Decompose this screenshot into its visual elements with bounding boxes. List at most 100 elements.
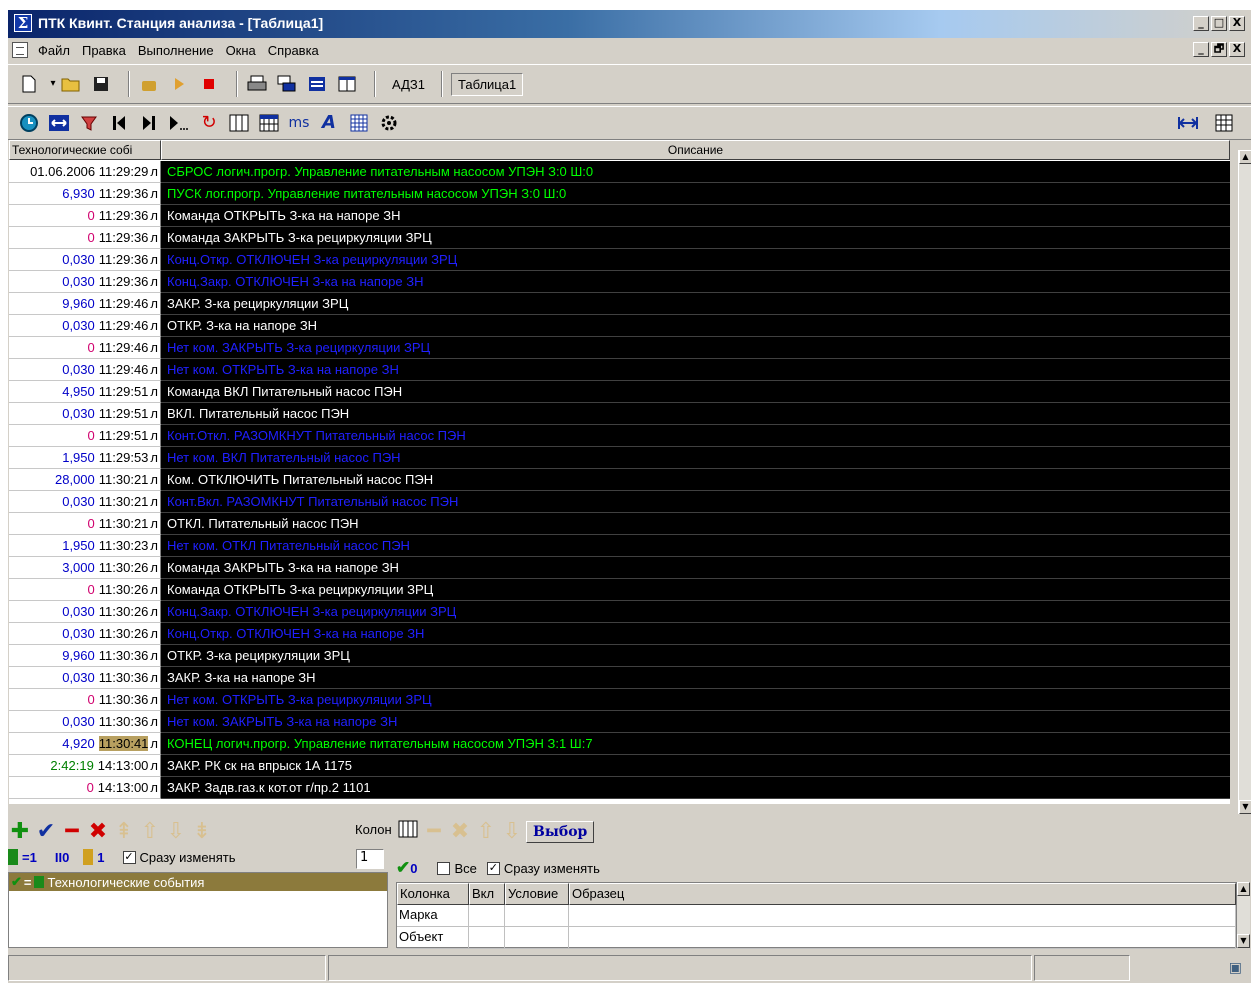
event-description-cell[interactable]: ОТКР. З-ка на напоре ЗН [161,315,1230,337]
menu-run[interactable]: Выполнение [138,43,214,58]
event-description-cell[interactable]: Команда ОТКРЫТЬ З-ка рециркуляции ЗРЦ [161,579,1230,601]
event-time-cell[interactable]: 0,030 11:30:36 л [9,667,161,689]
event-description-cell[interactable]: Команда ОТКРЫТЬ З-ка на напоре ЗН [161,205,1230,227]
last-icon[interactable] [138,112,160,134]
condition-row[interactable]: Объект [397,927,1236,949]
event-time-cell[interactable]: 0,030 11:29:36 л [9,249,161,271]
tree-item-tech-events[interactable]: ✔ = Технологические события [9,873,387,891]
table-row[interactable]: 4,920 11:30:41 л КОНЕЦ логич.прогр. Управле… [9,733,1230,755]
fit-columns-icon[interactable] [1177,112,1199,134]
event-description-cell[interactable]: Нет ком. ОТКРЫТЬ З-ка на напоре ЗН [161,359,1230,381]
table-row[interactable]: 0 11:29:36 л Команда ЗАКРЫТЬ З-ка рециркуля… [9,227,1230,249]
settings-grid-icon[interactable] [348,112,370,134]
event-time-cell[interactable]: 28,000 11:30:21 л [9,469,161,491]
eq-one-toggle[interactable]: =1 [22,850,37,865]
column-spinner[interactable]: 1 [356,849,384,869]
event-time-cell[interactable]: 0 11:29:36 л [9,205,161,227]
table-row[interactable]: 2:42:19 14:13:00 л ЗАКР. РК ск на впрыск 1А… [9,755,1230,777]
event-description-cell[interactable]: ЗАКР. РК ск на впрыск 1А 1175 [161,755,1230,777]
play-icon[interactable] [168,73,190,95]
event-time-cell[interactable]: 0,030 11:29:46 л [9,359,161,381]
event-description-cell[interactable]: Команда ЗАКРЫТЬ З-ка на напоре ЗН [161,557,1230,579]
event-time-cell[interactable]: 0,030 11:30:26 л [9,623,161,645]
event-time-cell[interactable]: 0,030 11:29:51 л [9,403,161,425]
all-checkbox[interactable] [437,861,451,875]
table-row[interactable]: 0,030 11:30:26 л Конц.Откр. ОТКЛЮЧЕН З-ка н… [9,623,1230,645]
event-time-cell[interactable]: 0 11:29:46 л [9,337,161,359]
event-time-cell[interactable]: 0,030 11:30:26 л [9,601,161,623]
scroll-up-arrow-icon[interactable]: ▲ [1237,882,1250,896]
condition-pattern-cell[interactable] [569,927,1236,949]
condition-column-cell[interactable]: Марка [397,905,469,927]
check-icon[interactable]: ✔ [396,858,410,878]
event-time-cell[interactable]: 0 11:30:21 л [9,513,161,535]
move-down-icon[interactable]: ⇩ [500,820,524,844]
condition-table-scrollbar[interactable]: ▲ ▼ [1237,882,1250,948]
delete-icon[interactable]: ✖ [448,820,472,844]
select-button[interactable]: Выбор [526,821,595,843]
new-icon[interactable] [18,73,40,95]
table-row[interactable]: 0 11:30:21 л ОТКЛ. Питательный насос ПЭН [9,513,1230,535]
event-time-cell[interactable]: 9,960 11:30:36 л [9,645,161,667]
gear-icon[interactable] [378,112,400,134]
event-description-cell[interactable]: Конц.Откр. ОТКЛЮЧЕН З-ка на напоре ЗН [161,623,1230,645]
zero-toggle[interactable]: 0 [62,850,69,865]
table-row[interactable]: 9,960 11:29:46 л ЗАКР. З-ка рециркуляции ЗР… [9,293,1230,315]
event-time-cell[interactable]: 1,950 11:29:53 л [9,447,161,469]
event-time-cell[interactable]: 01.06.2006 11:29:29 л [9,161,161,183]
event-time-cell[interactable]: 4,950 11:29:51 л [9,381,161,403]
event-time-cell[interactable]: 6,930 11:29:36 л [9,183,161,205]
column-header-column[interactable]: Колонка [397,883,469,905]
move-up-icon[interactable]: ⇧ [138,820,162,844]
hand-icon[interactable] [138,73,160,95]
refresh-icon[interactable]: ↻ [198,112,220,134]
table-row[interactable]: 0,030 11:29:46 л ОТКР. З-ка на напоре ЗН [9,315,1230,337]
event-description-cell[interactable]: Конц.Откр. ОТКЛЮЧЕН З-ка рециркуляции ЗР… [161,249,1230,271]
ms-icon[interactable]: ms [288,112,310,134]
table-row[interactable]: 0,030 11:29:36 л Конц.Закр. ОТКЛЮЧЕН З-ка н… [9,271,1230,293]
condition-enabled-cell[interactable] [469,927,505,949]
filter-icon[interactable] [78,112,100,134]
event-description-cell[interactable]: ЗАКР. Задв.газ.к кот.от г/пр.2 1101 [161,777,1230,799]
minimize-button[interactable]: _ [1193,16,1209,31]
condition-row[interactable]: Марка [397,905,1236,927]
play-to-icon[interactable] [168,112,190,134]
event-time-cell[interactable]: 0,030 11:30:36 л [9,711,161,733]
event-description-cell[interactable]: ЗАКР. З-ка на напоре ЗН [161,667,1230,689]
event-description-cell[interactable]: КОНЕЦ логич.прогр. Управление питательны… [161,733,1230,755]
table-row[interactable]: 1,950 11:29:53 л Нет ком. ВКЛ Питательный н… [9,447,1230,469]
minus-icon[interactable]: ━ [60,820,84,844]
event-description-cell[interactable]: Нет ком. ОТКРЫТЬ З-ка рециркуляции ЗРЦ [161,689,1230,711]
event-time-cell[interactable]: 0 11:30:36 л [9,689,161,711]
event-description-cell[interactable]: Нет ком. ВКЛ Питательный насос ПЭН [161,447,1230,469]
one-toggle[interactable]: 1 [97,850,104,865]
event-description-cell[interactable]: Конт.Вкл. РАЗОМКНУТ Питательный насос ПЭ… [161,491,1230,513]
table-row[interactable]: 0 11:29:46 л Нет ком. ЗАКРЫТЬ З-ка рециркул… [9,337,1230,359]
move-top-icon[interactable]: ⇞ [112,820,136,844]
first-icon[interactable] [108,112,130,134]
table-row[interactable]: 0,030 11:30:36 л ЗАКР. З-ка на напоре ЗН [9,667,1230,689]
event-description-cell[interactable]: ВКЛ. Питательный насос ПЭН [161,403,1230,425]
table-row[interactable]: 01.06.2006 11:29:29 л СБРОС логич.прогр. У… [9,161,1230,183]
event-description-cell[interactable]: ОТКЛ. Питательный насос ПЭН [161,513,1230,535]
menu-edit[interactable]: Правка [82,43,126,58]
menu-windows[interactable]: Окна [226,43,256,58]
event-description-cell[interactable]: Конц.Закр. ОТКЛЮЧЕН З-ка рециркуляции ЗР… [161,601,1230,623]
grid-vertical-scrollbar[interactable]: ▲ ▼ [1238,150,1251,814]
table-row[interactable]: 0 14:13:00 л ЗАКР. Задв.газ.к кот.от г/пр.2… [9,777,1230,799]
column-header-description[interactable]: Описание [161,140,1230,160]
event-time-cell[interactable]: 0,030 11:29:46 л [9,315,161,337]
minus-icon[interactable]: ━ [422,820,446,844]
table-row[interactable]: 0 11:29:36 л Команда ОТКРЫТЬ З-ка на напоре… [9,205,1230,227]
app-sigma-icon[interactable]: Σ [14,14,32,32]
delete-icon[interactable]: ✖ [86,820,110,844]
table-row[interactable]: 0,030 11:30:36 л Нет ком. ЗАКРЫТЬ З-ка на н… [9,711,1230,733]
table-row[interactable]: 0 11:29:51 л Конт.Откл. РАЗОМКНУТ Питательн… [9,425,1230,447]
instant-change-checkbox[interactable]: ✓ [486,861,500,875]
document-icon[interactable] [12,42,28,58]
grid-view-icon[interactable] [1213,112,1235,134]
calendar-icon[interactable] [258,112,280,134]
mdi-restore-button[interactable]: 🗗 [1211,42,1227,57]
event-description-cell[interactable]: Команда ЗАКРЫТЬ З-ка рециркуляции ЗРЦ [161,227,1230,249]
event-time-cell[interactable]: 0 11:30:26 л [9,579,161,601]
